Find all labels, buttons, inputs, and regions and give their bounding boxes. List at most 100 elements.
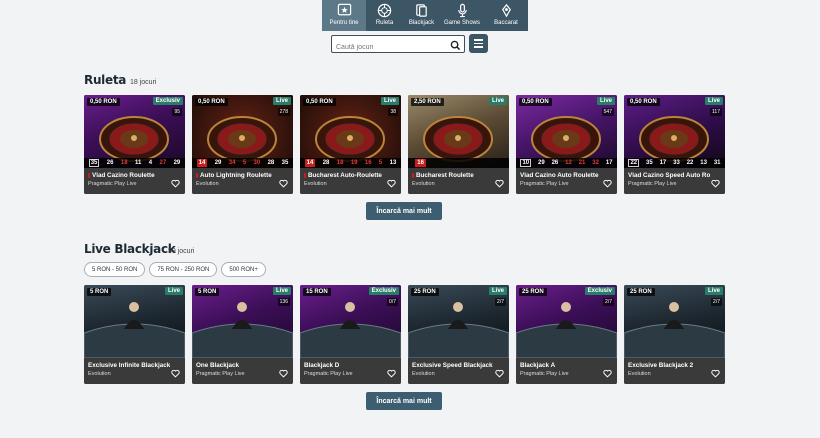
game-info: Exclusive Speed Blackjack Evolution xyxy=(408,358,509,384)
nav-item-game-shows[interactable]: Game Shows xyxy=(440,0,484,31)
game-info: Auto Lightning Roulette Evolution xyxy=(192,168,293,194)
stake-badge: 15 RON xyxy=(303,288,331,296)
game-provider: Pragmatic Play Live xyxy=(88,181,137,187)
result-number: 32 xyxy=(592,160,599,166)
game-provider: Evolution xyxy=(88,371,111,377)
heart-icon[interactable] xyxy=(711,175,720,188)
game-card[interactable]: 0,50 RON Live 278 14 29 34 5 30 28 35 Auto Lightni… xyxy=(192,95,293,194)
game-thumbnail[interactable]: 0,50 RON Live 38 14 28 18 19 16 5 13 xyxy=(300,95,401,168)
result-number: 17 xyxy=(659,160,667,166)
game-thumbnail[interactable]: 25 RON Exclusiv 2/7 xyxy=(516,285,617,358)
stake-badge: 5 RON xyxy=(87,288,112,296)
game-provider: Evolution xyxy=(304,181,327,187)
stake-badge: 0,50 RON xyxy=(519,98,552,106)
game-card[interactable]: 0,50 RON Live 547 10 29 26 12 21 32 17 Vlad Cazino… xyxy=(516,95,617,194)
game-card[interactable]: 25 RON Exclusiv 2/7 Blackjack A Pragmatic Pl… xyxy=(516,285,617,384)
player-count: 278 xyxy=(277,108,290,116)
roulette-section-count: 18 jocuri xyxy=(130,79,157,86)
live-badge: Live xyxy=(488,97,507,105)
blackjack-load-more-button[interactable]: Încarcă mai mult xyxy=(366,392,442,410)
result-number: 34 xyxy=(228,160,236,166)
player-count: 2/7 xyxy=(603,298,614,306)
result-number: 5 xyxy=(378,160,383,166)
result-number: 18 xyxy=(120,160,128,166)
roulette-games-row: 0,50 RON Exclusiv 95 35 26 18 11 4 27 29 Vlad Cazi… xyxy=(84,95,725,194)
game-card[interactable]: 5 RON Live 136 One Blackjack Pragmatic Play … xyxy=(192,285,293,384)
game-info: Bucharest Roulette Evolution xyxy=(408,168,509,194)
game-info: Blackjack D Pragmatic Play Live xyxy=(300,358,401,384)
stake-badge: 0,50 RON xyxy=(627,98,660,106)
heart-icon[interactable] xyxy=(387,365,396,378)
game-thumbnail[interactable]: 25 RON Live 2/7 xyxy=(624,285,725,358)
heart-icon[interactable] xyxy=(711,365,720,378)
game-card[interactable]: 0,50 RON Live 38 14 28 18 19 16 5 13 Bucharest Aut… xyxy=(300,95,401,194)
heart-icon[interactable] xyxy=(495,365,504,378)
live-badge: Live xyxy=(596,97,615,105)
live-badge: Live xyxy=(272,97,291,105)
heart-icon[interactable] xyxy=(171,175,180,188)
recent-numbers: 22 35 17 33 22 13 31 xyxy=(624,158,725,168)
game-card[interactable]: 0,50 RON Exclusiv 95 35 26 18 11 4 27 29 Vlad Cazi… xyxy=(84,95,185,194)
game-thumbnail[interactable]: 2,50 RON Live 16 xyxy=(408,95,509,168)
search-icon[interactable] xyxy=(450,38,461,51)
recent-numbers: 35 26 18 11 4 27 29 xyxy=(84,158,185,168)
nav-item-blackjack[interactable]: Blackjack xyxy=(403,0,440,31)
game-card[interactable]: 2,50 RON Live 16 Bucharest Roulette Evolutio… xyxy=(408,95,509,194)
player-count: 547 xyxy=(601,108,614,116)
game-name: Vlad Cazino Speed Auto Roulette xyxy=(628,172,710,179)
game-provider: Evolution xyxy=(628,371,651,377)
heart-icon[interactable] xyxy=(279,175,288,188)
game-title: Exclusive Speed Blackjack xyxy=(412,362,493,369)
live-badge: Live xyxy=(164,287,183,295)
game-provider: Pragmatic Play Live xyxy=(304,371,353,377)
nav-item-ruleta[interactable]: Ruleta xyxy=(366,0,403,31)
result-number: 35 xyxy=(281,160,289,166)
game-thumbnail[interactable]: 0,50 RON Live 547 10 29 26 12 21 32 17 xyxy=(516,95,617,168)
game-card[interactable]: 25 RON Live 2/7 Exclusive Blackjack 2 Evolut… xyxy=(624,285,725,384)
nav-label: Ruleta xyxy=(375,20,394,26)
search-input[interactable] xyxy=(332,39,442,56)
filter-menu-button[interactable] xyxy=(469,34,488,53)
filter-chip[interactable]: 500 RON+ xyxy=(221,262,266,277)
game-title: One Blackjack xyxy=(196,362,240,369)
game-thumbnail[interactable]: 5 RON Live xyxy=(84,285,185,358)
game-name: Exclusive Infinite Blackjack xyxy=(88,362,170,369)
heart-icon[interactable] xyxy=(603,175,612,188)
game-thumbnail[interactable]: 15 RON Exclusiv 0/7 xyxy=(300,285,401,358)
game-thumbnail[interactable]: 25 RON Live 2/7 xyxy=(408,285,509,358)
romania-flag-icon xyxy=(88,173,90,178)
nav-item-baccarat[interactable]: Baccarat xyxy=(484,0,528,31)
result-number: 4 xyxy=(148,160,153,166)
romania-flag-icon xyxy=(304,173,306,178)
game-card[interactable]: 25 RON Live 2/7 Exclusive Speed Blackjack Ev… xyxy=(408,285,509,384)
stake-badge: 25 RON xyxy=(519,288,547,296)
game-thumbnail[interactable]: 5 RON Live 136 xyxy=(192,285,293,358)
game-title: Blackjack A xyxy=(520,362,556,369)
recent-numbers: 16 xyxy=(408,158,509,168)
menu-icon-bar xyxy=(474,42,483,45)
nav-item-pentru-tine[interactable]: Pentru tine xyxy=(322,0,366,31)
game-thumbnail[interactable]: 0,50 RON Live 117 22 35 17 33 22 13 31 xyxy=(624,95,725,168)
result-number: 19 xyxy=(350,160,358,166)
game-thumbnail[interactable]: 0,50 RON Live 278 14 29 34 5 30 28 35 xyxy=(192,95,293,168)
heart-icon[interactable] xyxy=(603,365,612,378)
game-title: Exclusive Infinite Blackjack xyxy=(88,362,170,369)
game-name: One Blackjack xyxy=(196,362,278,369)
heart-icon[interactable] xyxy=(279,365,288,378)
roulette-load-more-button[interactable]: Încarcă mai mult xyxy=(366,202,442,220)
game-card[interactable]: 15 RON Exclusiv 0/7 Blackjack D Pragmatic Pl… xyxy=(300,285,401,384)
game-card[interactable]: 5 RON Live Exclusive Infinite Blackjack Evo… xyxy=(84,285,185,384)
game-card[interactable]: 0,50 RON Live 117 22 35 17 33 22 13 31 Vlad Cazino… xyxy=(624,95,725,194)
heart-icon[interactable] xyxy=(171,365,180,378)
result-number: 28 xyxy=(267,160,275,166)
filter-chip[interactable]: 75 RON - 250 RON xyxy=(149,262,218,277)
stake-badge: 0,50 RON xyxy=(195,98,228,106)
game-thumbnail[interactable]: 0,50 RON Exclusiv 95 35 26 18 11 4 27 29 xyxy=(84,95,185,168)
result-number: 35 xyxy=(646,160,653,166)
heart-icon[interactable] xyxy=(387,175,396,188)
stake-badge: 5 RON xyxy=(195,288,220,296)
result-number: 12 xyxy=(565,160,572,166)
filter-chip[interactable]: 5 RON - 50 RON xyxy=(84,262,146,277)
heart-icon[interactable] xyxy=(495,175,504,188)
search-box xyxy=(331,35,465,56)
